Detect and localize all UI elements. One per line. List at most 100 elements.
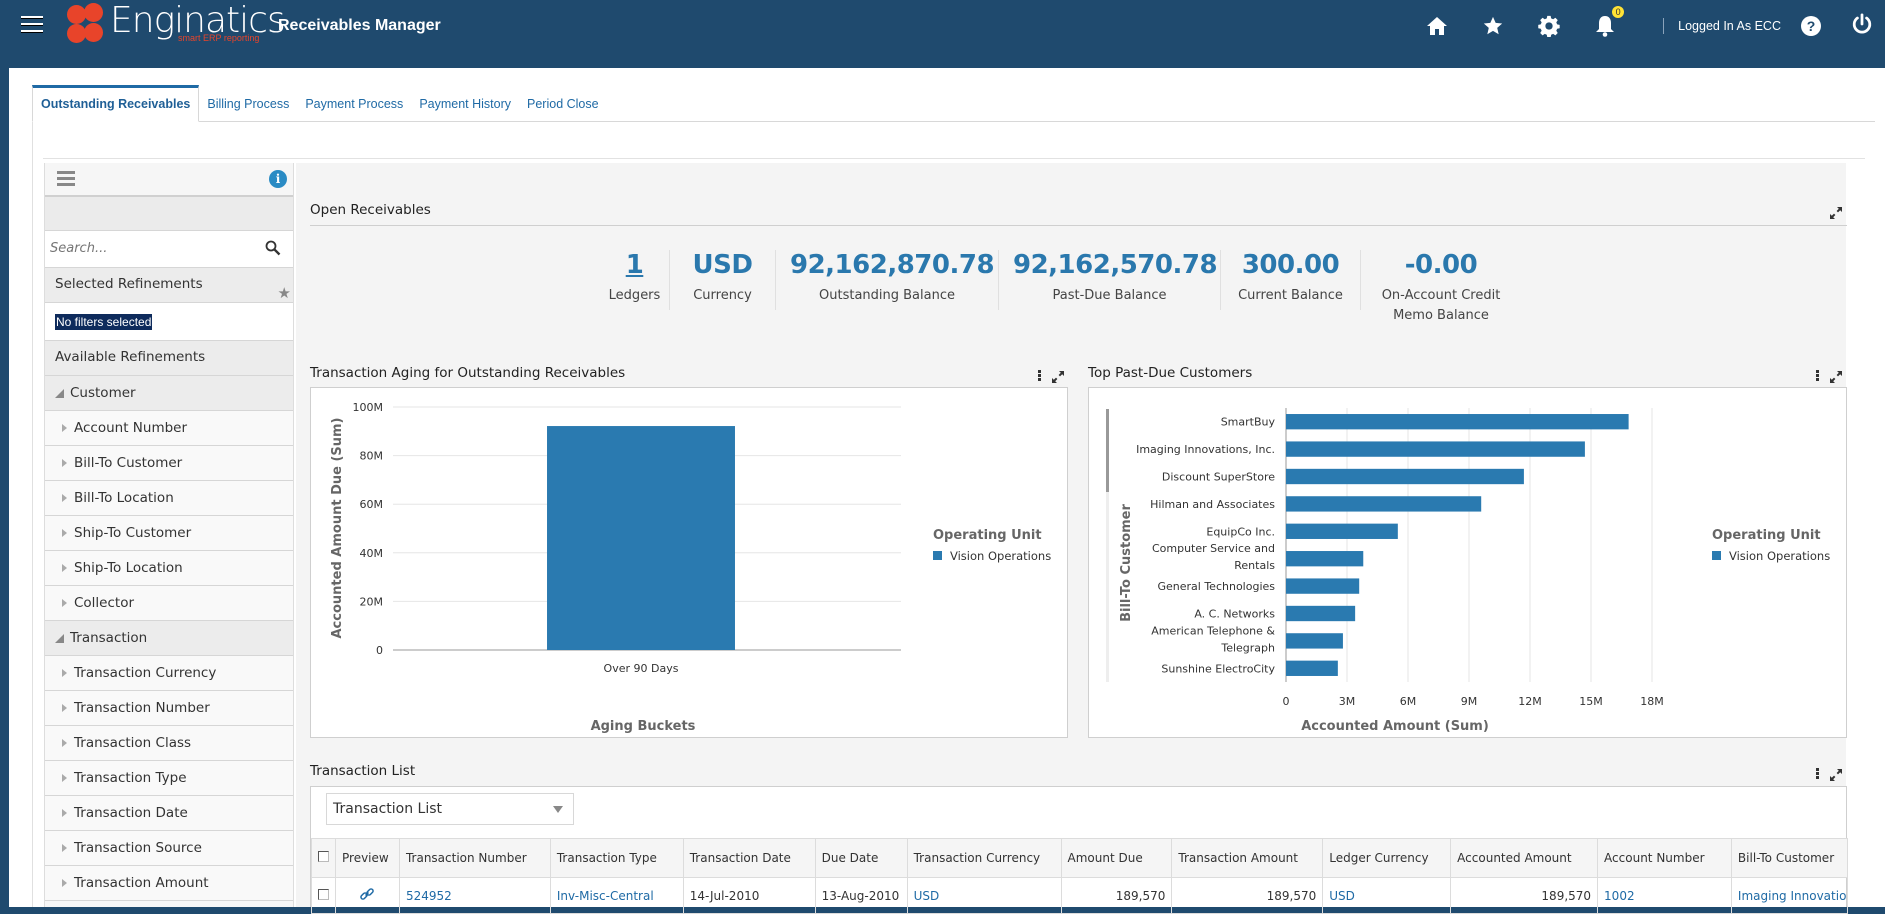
kpi-label: Outstanding Balance (819, 288, 955, 303)
star-icon[interactable]: ★ (278, 277, 291, 310)
kpi-label-line: Memo Balance (1393, 308, 1489, 323)
column-header[interactable]: Transaction Amount (1171, 838, 1324, 878)
column-header[interactable]: Amount Due (1060, 838, 1173, 878)
column-header[interactable]: Due Date (814, 838, 908, 878)
transaction-type-link[interactable]: Inv-Misc-Central (549, 877, 684, 914)
tab-outstanding-receivables[interactable]: Outstanding Receivables (32, 85, 200, 122)
gear-icon[interactable] (1537, 14, 1561, 38)
expand-icon[interactable] (1830, 370, 1842, 383)
refinement-item[interactable]: Transaction Number (45, 691, 293, 726)
refinement-item[interactable]: Transaction Source (45, 831, 293, 866)
bar[interactable] (547, 426, 735, 650)
home-icon[interactable] (1425, 14, 1449, 38)
column-header[interactable]: Ledger Currency (1322, 838, 1452, 878)
bar[interactable] (1286, 633, 1343, 649)
sidebar-menu-icon[interactable] (57, 171, 75, 189)
notification-badge: 0 (1612, 6, 1625, 18)
top-customers-chart: SmartBuy Imaging Innovations, Inc. Discoun… (1088, 387, 1847, 738)
more-options-icon[interactable] (1038, 370, 1042, 382)
help-icon[interactable]: ? (1801, 16, 1821, 36)
y-tick-label: Hilman and Associates (1150, 498, 1275, 511)
column-header[interactable]: Bill-To Customer (1730, 838, 1849, 878)
y-tick-label: 80M (360, 450, 384, 463)
bar[interactable] (1286, 660, 1338, 676)
expand-triangle-icon (62, 529, 67, 537)
kpi-value[interactable]: 1 (600, 250, 669, 280)
refinement-item[interactable]: Transaction Class (45, 726, 293, 761)
refinement-item[interactable]: Ship-To Location (45, 551, 293, 586)
legend-label[interactable]: Vision Operations (950, 549, 1051, 563)
tab-billing-process[interactable]: Billing Process (199, 85, 297, 121)
column-header[interactable]: Transaction Currency (906, 838, 1062, 878)
refinement-item[interactable]: Bill-To Customer (45, 446, 293, 481)
refinement-item[interactable]: Transaction Date (45, 796, 293, 831)
column-header[interactable]: Accounted Amount (1450, 838, 1599, 878)
bar[interactable] (1286, 523, 1398, 539)
scrollbar-track[interactable] (1106, 492, 1109, 682)
logged-in-label: Logged In As ECC (1678, 19, 1781, 33)
account-number-link[interactable]: 1002 (1597, 877, 1732, 914)
bill-to-customer-link[interactable]: Imaging Innovations, Inc. (1730, 877, 1849, 914)
expand-icon[interactable] (1830, 206, 1842, 219)
preview-cell (335, 877, 400, 914)
transaction-number-link[interactable]: 524952 (398, 877, 551, 914)
refinement-label: Transaction Number (74, 700, 210, 716)
refinement-item[interactable]: Transaction Type (45, 761, 293, 796)
no-filters-row: No filters selected (45, 303, 293, 341)
column-header[interactable]: Preview (335, 838, 400, 878)
search-input[interactable] (45, 231, 245, 266)
refinement-item[interactable]: Ship-To Customer (45, 516, 293, 551)
info-icon[interactable]: i (269, 170, 287, 188)
refinement-item[interactable]: Collector (45, 586, 293, 621)
more-options-icon[interactable] (1816, 768, 1820, 780)
accounted-amount-cell: 189,570 (1450, 877, 1599, 914)
y-tick-label: 100M (353, 401, 384, 414)
bar[interactable] (1286, 605, 1356, 622)
refinement-group-transaction[interactable]: Transaction (45, 621, 293, 656)
y-tick-label: SmartBuy (1221, 416, 1276, 429)
header-divider (1663, 18, 1665, 34)
top-customers-chart-svg: SmartBuy Imaging Innovations, Inc. Discoun… (1106, 408, 1830, 734)
transaction-currency-link[interactable]: USD (906, 877, 1062, 914)
y-tick-label: 60M (360, 498, 384, 511)
power-icon[interactable] (1851, 12, 1873, 40)
search-icon[interactable] (265, 240, 281, 261)
bar[interactable] (1286, 468, 1524, 485)
bar[interactable] (1286, 578, 1360, 594)
bar[interactable] (1286, 414, 1629, 430)
column-header[interactable]: Account Number (1597, 838, 1732, 878)
column-header[interactable]: Transaction Type (549, 838, 684, 878)
legend-label[interactable]: Vision Operations (1729, 549, 1830, 563)
star-icon[interactable] (1481, 14, 1505, 38)
column-header[interactable]: Transaction Date (682, 838, 816, 878)
kpi-label-line: On-Account Credit (1381, 288, 1501, 303)
expand-icon[interactable] (1830, 768, 1842, 781)
bar[interactable] (1286, 441, 1585, 457)
y-tick-label: American Telephone & Telegraph (1151, 624, 1275, 654)
column-header[interactable]: Transaction Number (398, 838, 551, 878)
more-options-icon[interactable] (1816, 370, 1820, 382)
ledger-currency-link[interactable]: USD (1322, 877, 1452, 914)
expand-icon[interactable] (1052, 370, 1064, 383)
refinement-item[interactable]: Transaction Currency (45, 656, 293, 691)
row-checkbox[interactable] (318, 888, 329, 900)
bar[interactable] (1286, 551, 1364, 567)
bar[interactable] (1286, 496, 1482, 512)
kpi-current-balance: 300.00 Current Balance (1221, 250, 1361, 310)
refinement-item[interactable]: Transaction Amount (45, 866, 293, 901)
tab-payment-process[interactable]: Payment Process (297, 85, 411, 121)
available-refinements-label: Available Refinements (55, 349, 206, 365)
link-icon[interactable] (359, 888, 375, 905)
tab-payment-history[interactable]: Payment History (411, 85, 519, 121)
refinement-item[interactable]: Account Number (45, 411, 293, 446)
scrollbar-thumb[interactable] (1106, 409, 1109, 492)
expand-triangle-icon (62, 739, 67, 747)
menu-icon[interactable] (21, 16, 43, 34)
tab-period-close[interactable]: Period Close (519, 85, 607, 121)
select-all-checkbox[interactable] (318, 851, 329, 862)
refinement-item[interactable]: Bill-To Location (45, 481, 293, 516)
refinement-group-customer[interactable]: Customer (45, 376, 293, 411)
view-selector[interactable]: Transaction List (326, 793, 574, 825)
divider (43, 158, 1865, 159)
bell-icon[interactable]: 0 (1593, 6, 1625, 38)
